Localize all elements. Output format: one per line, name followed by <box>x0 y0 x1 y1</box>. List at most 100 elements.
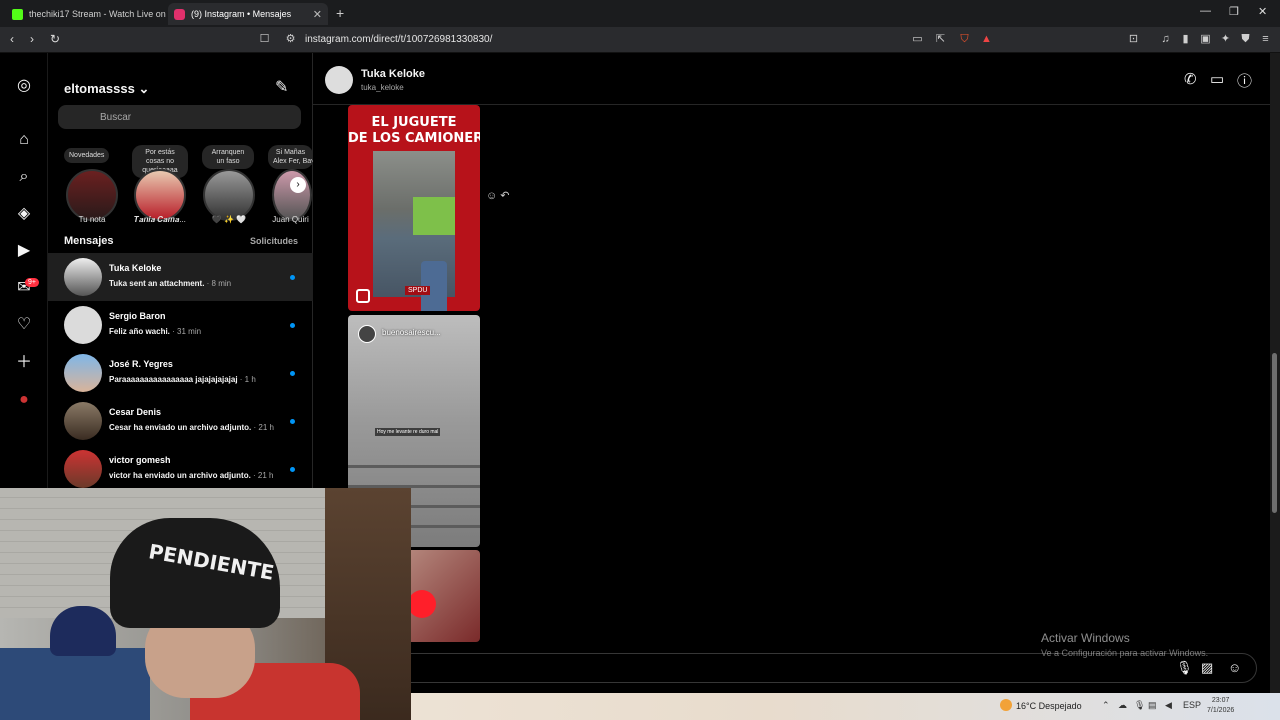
thread-preview: Paraaaaaaaaaaaaaaaa jajajajajajaj · 1 h <box>109 375 256 384</box>
media-icon[interactable]: ♫ <box>1159 33 1172 46</box>
kick-favicon-icon <box>12 8 23 20</box>
tab-instagram[interactable]: (9) Instagram • Mensajes ✕ <box>168 3 328 25</box>
microphone-icon[interactable]: 🎙 <box>1176 660 1193 676</box>
home-icon[interactable]: ⌂ <box>14 130 34 150</box>
brave-rewards-icon[interactable]: ▲ <box>980 33 993 46</box>
forward-button[interactable]: › <box>30 32 34 46</box>
wallet-icon[interactable]: ▣ <box>1199 33 1212 46</box>
info-icon[interactable]: ⓘ <box>1237 70 1252 91</box>
microphone-icon[interactable]: 🎙 <box>1134 700 1145 711</box>
leo-ai-icon[interactable]: ✦ <box>1219 33 1232 46</box>
search-icon[interactable]: ⌕ <box>14 167 34 187</box>
sidebar-toggle-icon[interactable]: ▮ <box>1179 33 1192 46</box>
tab-close-icon[interactable]: ✕ <box>313 8 322 21</box>
back-button[interactable]: ‹ <box>10 32 14 46</box>
thread-preview: victor ha enviado un archivo adjunto. · … <box>109 471 274 480</box>
avatar <box>64 402 102 440</box>
phone-icon[interactable]: ✆ <box>1184 70 1197 88</box>
thread-time: · 21 h <box>253 423 274 432</box>
thread-preview: Feliz año wachi. · 31 min <box>109 327 201 336</box>
share-icon[interactable]: ⇱ <box>934 33 947 46</box>
thread-row[interactable]: José R. Yegres Paraaaaaaaaaaaaaaaa jajaj… <box>48 349 313 397</box>
brave-shield-icon[interactable]: ⛉ <box>958 33 971 46</box>
image-icon[interactable]: ▨ <box>1201 660 1213 676</box>
note-avatar[interactable] <box>66 169 118 221</box>
weather-text[interactable]: 16°C Despejado <box>1016 701 1082 711</box>
note-name: Tu nota <box>78 215 106 224</box>
tray-overflow-icon[interactable]: ⌃ <box>1102 700 1110 711</box>
scrollbar-thumb[interactable] <box>1272 353 1277 513</box>
reel-account-avatar <box>358 325 376 343</box>
vpn-icon[interactable]: ⛊ <box>1239 33 1252 46</box>
thread-name: victor gomesh <box>109 455 171 465</box>
conversation-panel: Tuka Keloke tuka_keloke ✆ ▭ ⓘ EL JUGUETE… <box>313 53 1270 693</box>
thread-name: Sergio Baron <box>109 311 166 321</box>
unread-dot <box>290 323 295 328</box>
compose-icon[interactable]: ✎ <box>275 77 288 97</box>
video-call-icon[interactable]: ▭ <box>1210 70 1224 88</box>
screenshot-icon[interactable]: ⊡ <box>1127 33 1140 46</box>
explore-icon[interactable]: ◈ <box>14 204 34 224</box>
language-indicator[interactable]: ESP <box>1183 700 1201 710</box>
instagram-logo-icon[interactable]: ◎ <box>14 76 34 96</box>
unread-dot <box>290 467 295 472</box>
note-name: 🖤 ✨ 🤍 <box>211 215 247 224</box>
thread-name: Cesar Denis <box>109 407 162 417</box>
create-icon[interactable]: ＋ <box>14 353 34 373</box>
bookmark-icon[interactable]: ☐ <box>258 33 271 46</box>
clock-time: 23:07 <box>1211 697 1230 704</box>
notes-next-icon[interactable]: › <box>290 177 306 193</box>
profile-avatar[interactable]: ● <box>14 390 34 410</box>
avatar <box>64 450 102 488</box>
reels-icon[interactable]: ▶ <box>14 241 34 261</box>
contact-name[interactable]: Tuka Keloke <box>361 68 425 80</box>
url-field[interactable]: instagram.com/direct/t/100726981330830/ <box>305 34 492 45</box>
network-icon[interactable]: ☁ <box>1118 700 1127 711</box>
tab-kick-stream[interactable]: thechiki17 Stream - Watch Live on Ki <box>6 3 166 25</box>
thread-row[interactable]: Cesar Denis Cesar ha enviado un archivo … <box>48 397 313 445</box>
webcam-bed <box>0 648 150 720</box>
reel-icon <box>356 289 370 303</box>
requests-link[interactable]: Solicitudes <box>250 236 298 246</box>
minimize-button[interactable]: — <box>1200 5 1211 17</box>
taskbar-clock[interactable]: 23:07 7/1/2026 <box>1207 696 1234 716</box>
volume-icon[interactable]: ◀ <box>1165 700 1172 711</box>
thread-row[interactable]: Tuka Keloke Tuka sent an attachment. · 8… <box>48 253 313 301</box>
thread-preview: Cesar ha enviado un archivo adjunto. · 2… <box>109 423 274 432</box>
menu-icon[interactable]: ≡ <box>1259 33 1272 46</box>
thread-name: Tuka Keloke <box>109 263 162 273</box>
conversation-header: Tuka Keloke tuka_keloke ✆ ▭ ⓘ <box>313 53 1270 105</box>
wifi-icon[interactable]: ▤ <box>1148 700 1157 711</box>
page-scrollbar[interactable] <box>1270 53 1280 693</box>
reel-caption: Hoy me levante re duro mal <box>375 428 441 436</box>
chevron-down-icon: ⌄ <box>138 81 150 96</box>
reload-button[interactable]: ↻ <box>50 32 60 46</box>
thread-row[interactable]: Sergio Baron Feliz año wachi. · 31 min <box>48 301 313 349</box>
avatar <box>64 258 102 296</box>
note-avatar[interactable] <box>272 169 312 221</box>
maximize-button[interactable]: ❐ <box>1229 5 1239 18</box>
react-icon[interactable]: ☺ <box>486 190 497 202</box>
thread-row[interactable]: victor gomesh victor ha enviado un archi… <box>48 445 313 493</box>
new-tab-button[interactable]: + <box>336 5 344 21</box>
notifications-icon[interactable]: ♡ <box>14 315 34 335</box>
close-window-button[interactable]: ✕ <box>1258 5 1267 18</box>
webcam-lamp <box>50 606 116 656</box>
reel-account-name: buenosairescu... <box>382 328 441 337</box>
account-switcher[interactable]: eltomassss ⌄ <box>64 81 149 97</box>
weather-icon[interactable] <box>1000 699 1012 711</box>
cast-icon[interactable]: ▭ <box>911 33 924 46</box>
note-avatar[interactable] <box>203 169 255 221</box>
note-bubble: Novedades <box>64 148 110 163</box>
contact-avatar[interactable] <box>325 66 353 94</box>
note-avatar[interactable] <box>134 169 186 221</box>
site-info-icon[interactable]: ⚙ <box>284 33 297 46</box>
shared-reel[interactable]: EL JUGUETE DE LOS CAMIONEROS SPDU <box>348 105 480 311</box>
search-input[interactable] <box>58 105 301 129</box>
reply-icon[interactable]: ↶ <box>500 190 509 202</box>
webcam-overlay: PENDIENTE <box>0 488 411 720</box>
tab-title: thechiki17 Stream - Watch Live on Ki <box>29 9 166 19</box>
message-input[interactable] <box>368 661 968 672</box>
sticker-icon[interactable]: ☺ <box>1228 660 1241 675</box>
reel-title: EL JUGUETE DE LOS CAMIONEROS <box>348 115 480 146</box>
